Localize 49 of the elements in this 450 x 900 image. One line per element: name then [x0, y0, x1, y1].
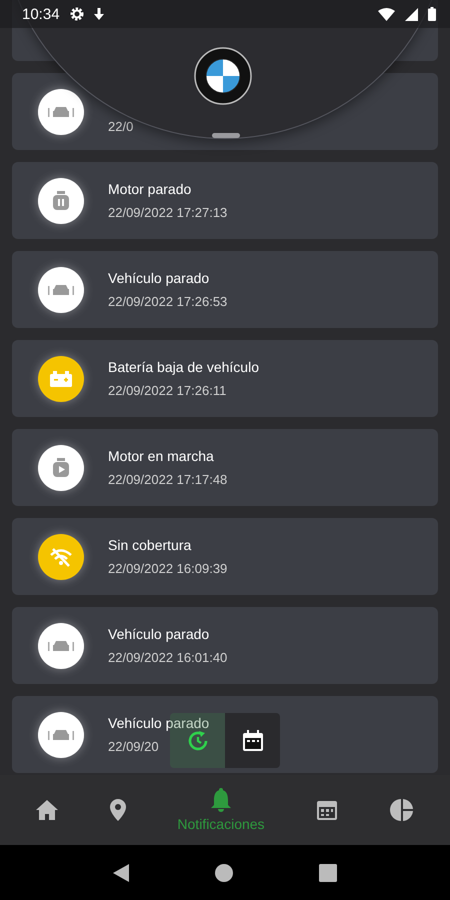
notification-date: 22/09/2022 17:26:53 [108, 294, 228, 309]
battery-icon [428, 7, 436, 21]
notification-card[interactable]: Sin cobertura 22/09/2022 16:09:39 [12, 518, 438, 595]
back-icon [113, 864, 129, 882]
notification-card[interactable]: Vehículo parado 22/09/20 [12, 696, 438, 773]
engine-pause-icon [50, 190, 72, 212]
battery-icon [50, 370, 72, 386]
notification-title: Sin cobertura [108, 537, 192, 553]
notification-card[interactable]: Motor en marcha 22/09/2022 17:17:48 [12, 429, 438, 506]
notification-card[interactable]: Motor parado 22/09/2022 17:27:13 [12, 162, 438, 239]
drag-handle[interactable] [212, 133, 240, 138]
notification-title: Vehículo parado [108, 626, 210, 642]
notification-title: Vehículo parado [108, 270, 210, 286]
notification-title: Motor parado [108, 181, 192, 197]
logo-icon [194, 47, 252, 105]
nav-tab[interactable]: Notificaciones [173, 784, 269, 836]
calendar-button[interactable] [225, 713, 280, 768]
notification-card[interactable]: Batería baja de vehículo 22/09/2022 17:26:11 [12, 340, 438, 417]
car-icon [48, 282, 74, 296]
notification-date: 22/09/2022 17:17:48 [108, 472, 228, 487]
notification-date: 22/09/2022 17:26:11 [108, 383, 226, 398]
notification-date: 22/09/20 [108, 739, 159, 754]
calendar-icon [242, 730, 264, 752]
notification-date: 22/09/2022 16:09:39 [108, 561, 228, 576]
notification-date: 22/09/2022 16:01:40 [108, 650, 228, 665]
notification-title: Vehículo parado [108, 715, 210, 731]
notification-card[interactable]: Vehículo parado 22/09/2022 17:26:53 [12, 251, 438, 328]
circle-icon [215, 864, 233, 882]
bell-icon [210, 788, 231, 812]
download-icon [94, 8, 104, 20]
notification-title: Motor en marcha [108, 448, 214, 464]
wifi-icon [378, 8, 395, 20]
notification-date: 22/0 [108, 119, 134, 134]
home-icon [36, 800, 58, 820]
car-icon [48, 104, 74, 118]
car-icon [48, 728, 74, 742]
engine-play-icon [50, 456, 72, 478]
signal-icon [405, 8, 418, 20]
gear-icon [70, 7, 84, 21]
status-time: 10:34 [22, 6, 60, 22]
pie-chart-icon [390, 798, 414, 822]
wifi-off-icon [50, 546, 72, 566]
location-pin-icon [110, 799, 126, 821]
notification-title: Batería baja de vehículo [108, 359, 259, 375]
notification-card[interactable]: Vehículo parado 22/09/2022 16:01:40 [12, 607, 438, 684]
calendar-icon [316, 799, 338, 821]
square-icon [319, 864, 337, 882]
notification-date: 22/09/2022 17:27:13 [108, 205, 228, 220]
car-icon [48, 638, 74, 652]
